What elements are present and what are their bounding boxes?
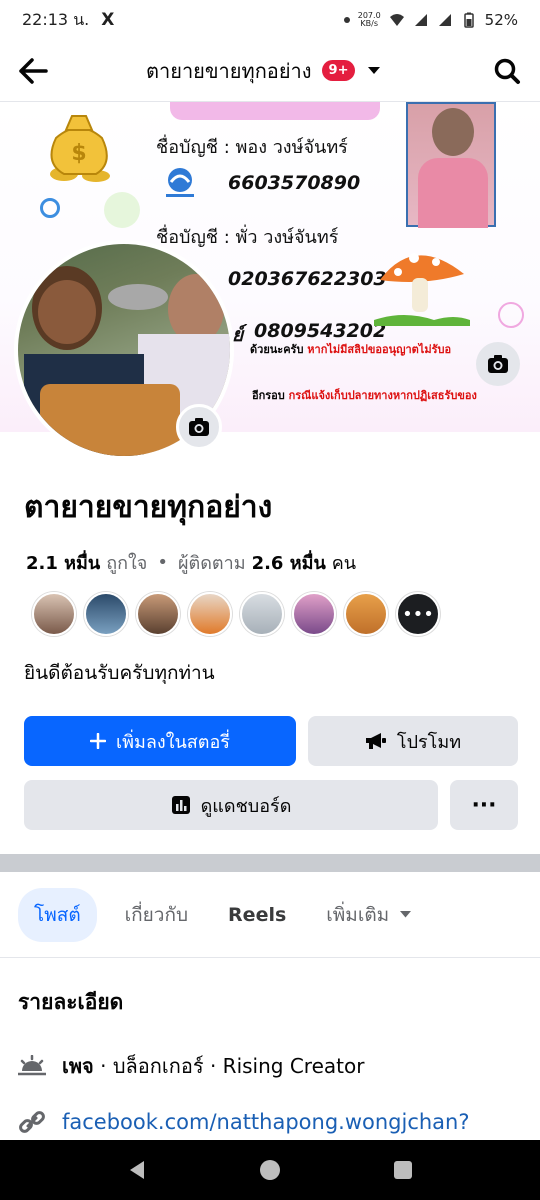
followers-label[interactable]: ผู้ติดตาม	[178, 548, 246, 577]
dashboard-button[interactable]: ดูแดชบอร์ด	[24, 780, 438, 830]
phone-number: 0809543202	[254, 320, 387, 342]
camera-icon	[488, 355, 508, 373]
arrow-left-icon	[19, 57, 48, 84]
back-button[interactable]	[16, 54, 50, 88]
cover-note-line2-a: อีกรอบ	[252, 389, 285, 402]
tab-more[interactable]: เพิ่มเติม	[326, 900, 412, 930]
page-bio: ยินดีต้อนรับครับทุกท่าน	[24, 662, 215, 684]
cover-elder-photo	[406, 102, 496, 228]
x-app-icon: X	[101, 10, 115, 30]
follower-avatar[interactable]	[292, 592, 336, 636]
tab-reels[interactable]: Reels	[228, 904, 286, 926]
category-rest: · บล็อกเกอร์ · Rising Creator	[93, 1054, 365, 1078]
wifi-icon	[389, 14, 404, 26]
status-indicators: 207.0 KB/s 52%	[343, 11, 518, 29]
info-sun-icon	[18, 1055, 46, 1076]
battery-icon	[463, 12, 474, 28]
camera-icon	[189, 418, 209, 436]
plus-icon	[90, 733, 107, 749]
status-time: 22:13 น.	[22, 9, 90, 29]
search-icon	[494, 58, 520, 84]
tab-posts-label: โพสต์	[34, 903, 81, 926]
back-triangle-icon[interactable]	[126, 1159, 148, 1181]
cover-note-line2-b: กรณีแจ้งเก็บปลายทางหากปฏิเสธรับของ	[288, 389, 477, 402]
category-bold: เพจ	[62, 1054, 94, 1078]
notification-dot-icon	[343, 17, 350, 23]
followers-unit: คน	[331, 553, 357, 574]
bubble-decoration	[40, 198, 60, 218]
status-bar: 22:13 น. X 207.0 KB/s 52%	[0, 0, 540, 40]
recents-square-icon[interactable]	[392, 1159, 414, 1181]
add-to-story-button[interactable]: เพิ่มลงในสตอรี่	[24, 716, 296, 766]
profile-page: { "status_bar": { "time": "22:13 น.", "x…	[0, 0, 540, 1200]
tab-about-label: เกี่ยวกับ	[124, 903, 189, 926]
follower-avatar[interactable]	[136, 592, 180, 636]
bar-chart-icon	[171, 796, 190, 814]
cover-note-line1-a: ด้วยนะครับ	[250, 343, 304, 356]
tab-reels-label: Reels	[228, 903, 287, 926]
account2-number: 020367622303	[228, 268, 387, 290]
cover-note-line1: ด้วยนะครับ หากไม่มีสลิปขออนุญาตไม่รับอ	[250, 340, 451, 358]
network-speed: 207.0 KB/s	[358, 12, 381, 28]
svg-text:$: $	[71, 141, 86, 166]
follower-avatar[interactable]	[32, 592, 76, 636]
follower-avatars[interactable]: •••	[32, 592, 440, 636]
promote-button[interactable]: โปรโมท	[308, 716, 518, 766]
tab-about[interactable]: เกี่ยวกับ	[125, 900, 188, 930]
page-header: ตายายขายทุกอย่าง 9+	[0, 40, 540, 102]
more-followers-button[interactable]: •••	[396, 592, 440, 636]
home-circle-icon[interactable]	[259, 1159, 281, 1181]
edit-cover-photo-button[interactable]	[476, 342, 520, 386]
website-link-row[interactable]: facebook.com/natthapong.wongjchan?	[18, 1108, 470, 1136]
system-nav-bar	[0, 1140, 540, 1200]
details-title: รายละเอียด	[18, 990, 124, 1014]
profile-tabs: โพสต์ เกี่ยวกับ Reels เพิ่มเติม	[0, 872, 540, 958]
mushroom-icon	[374, 253, 470, 326]
search-button[interactable]	[490, 54, 524, 88]
link-icon	[19, 1111, 45, 1133]
tab-more-label: เพิ่มเติม	[326, 903, 390, 926]
category-row: เพจ · บล็อกเกอร์ · Rising Creator	[18, 1050, 364, 1082]
cover-note-line1-b: หากไม่มีสลิปขออนุญาตไม่รับอ	[307, 343, 452, 356]
account1-number: 6603570890	[228, 172, 361, 194]
signal-icon	[414, 14, 427, 26]
follower-avatar[interactable]	[240, 592, 284, 636]
bubble-decoration	[498, 302, 524, 328]
section-divider	[0, 854, 540, 872]
more-actions-icon: ···	[471, 792, 497, 818]
account1-label: ชื่อบัญชี : พอง วงษ์จันทร์	[156, 137, 348, 158]
chevron-down-icon[interactable]	[367, 66, 381, 76]
cover-note-line2: อีกรอบ กรณีแจ้งเก็บปลายทางหากปฏิเสธรับขอ…	[252, 386, 477, 404]
cover-title-band	[170, 102, 380, 120]
promote-label: โปรโมท	[396, 731, 462, 753]
bank-logo-icon	[166, 168, 194, 197]
battery-percent: 52%	[484, 11, 518, 29]
follower-avatar[interactable]	[188, 592, 232, 636]
stats-separator: •	[157, 552, 168, 573]
more-dots-icon: •••	[402, 603, 434, 625]
follower-avatar[interactable]	[84, 592, 128, 636]
bubble-decoration	[104, 192, 140, 228]
signal-2-icon	[438, 14, 451, 26]
likes-count[interactable]: 2.1 หมื่น	[26, 548, 100, 577]
dashboard-label: ดูแดชบอร์ด	[200, 795, 292, 817]
more-actions-button[interactable]: ···	[450, 780, 518, 830]
edit-profile-picture-button[interactable]	[176, 404, 222, 450]
money-bag-icon: $	[50, 115, 110, 182]
network-speed-unit: KB/s	[360, 19, 378, 28]
follower-avatar[interactable]	[344, 592, 388, 636]
page-stats: 2.1 หมื่น ถูกใจ • ผู้ติดตาม 2.6 หมื่น คน	[26, 548, 356, 577]
likes-label[interactable]: ถูกใจ	[106, 548, 147, 577]
add-to-story-label: เพิ่มลงในสตอรี่	[116, 731, 230, 753]
page-title: ตายายขายทุกอย่าง	[24, 490, 273, 525]
notification-badge[interactable]: 9+	[321, 60, 356, 81]
header-title[interactable]: ตายายขายทุกอย่าง	[146, 55, 312, 87]
website-link[interactable]: facebook.com/natthapong.wongjchan?	[62, 1110, 470, 1134]
followers-count[interactable]: 2.6 หมื่น	[252, 548, 326, 577]
tab-posts[interactable]: โพสต์	[18, 887, 97, 942]
chevron-down-icon	[400, 911, 412, 918]
account2-label: ชื่อบัญชี : พั่ว วงษ์จันทร์	[156, 227, 339, 248]
megaphone-icon	[365, 733, 386, 749]
